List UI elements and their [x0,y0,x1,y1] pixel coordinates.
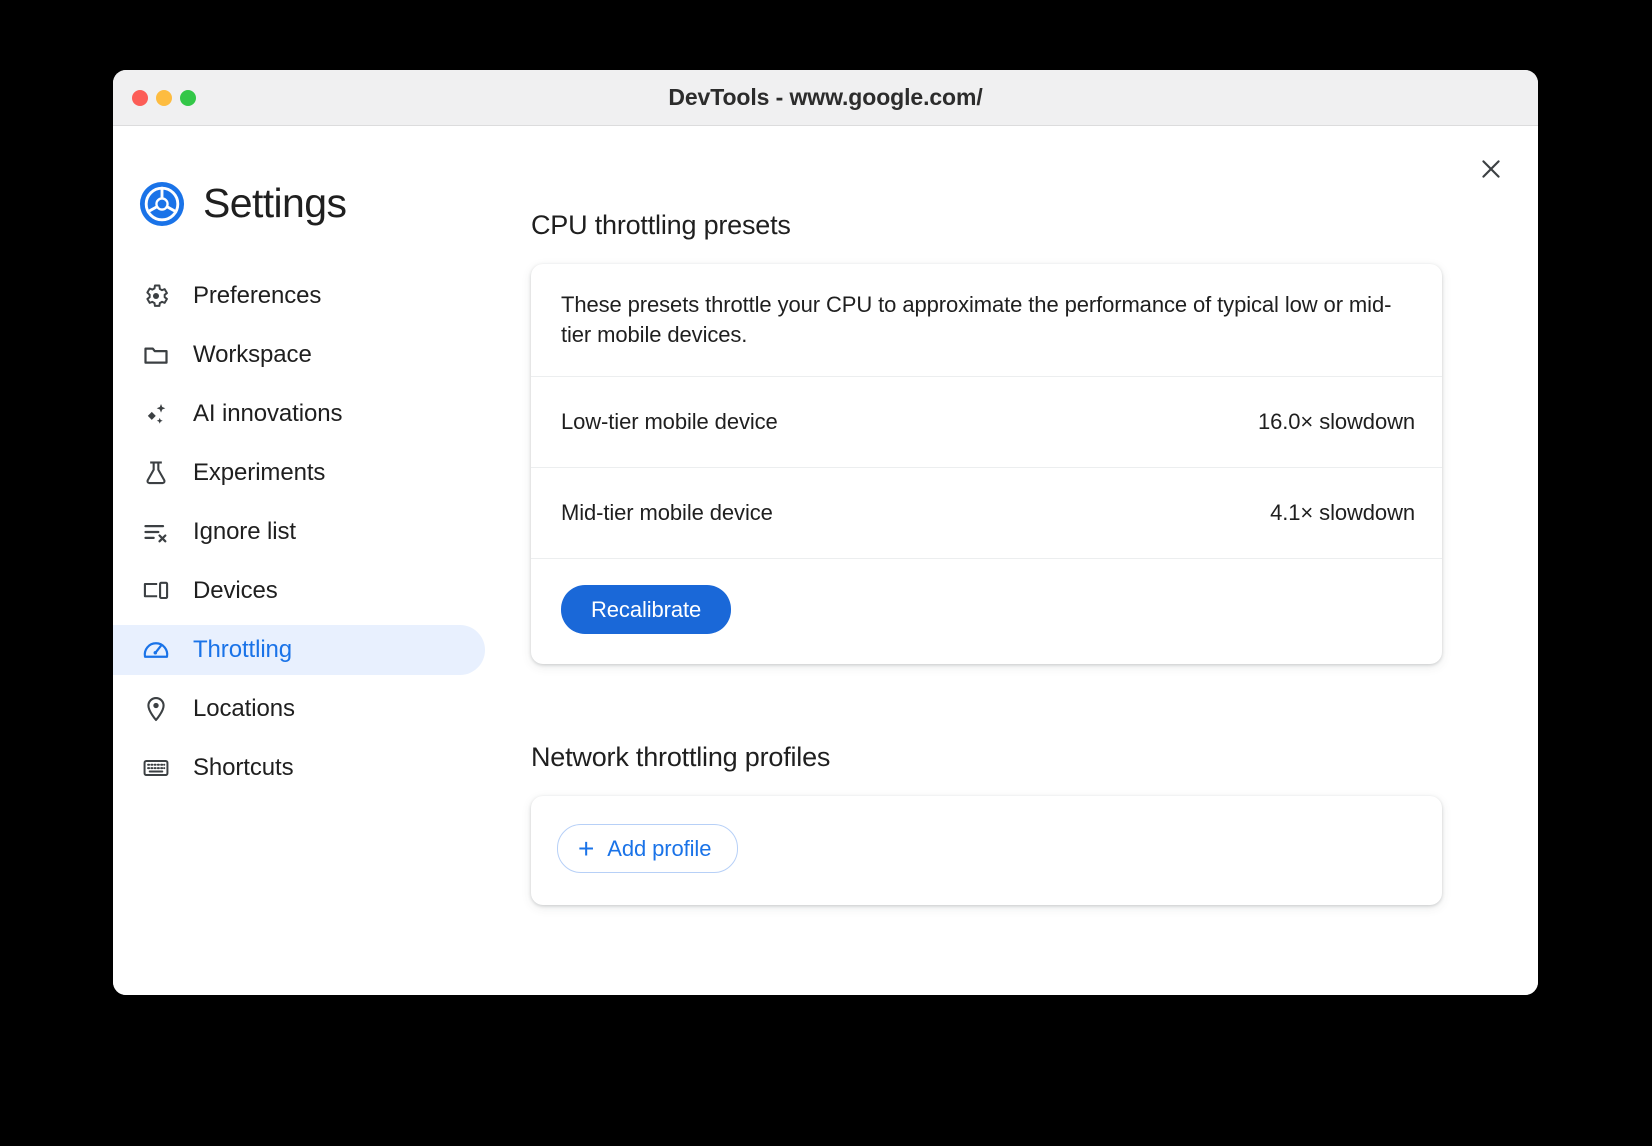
sidebar-item-preferences[interactable]: Preferences [113,271,485,321]
list-x-icon [141,517,171,547]
devtools-window: DevTools - www.google.com/ [113,70,1538,995]
map-pin-icon [141,694,171,724]
settings-nav: Preferences Workspace [113,271,505,802]
devices-icon [141,576,171,606]
add-profile-button[interactable]: + Add profile [557,824,738,873]
speedometer-icon [141,635,171,665]
traffic-light-group [132,70,196,126]
sidebar-item-label: Experiments [193,459,325,487]
sidebar-item-label: Shortcuts [193,754,293,782]
plus-icon: + [578,835,594,863]
preset-value: 4.1× slowdown [1270,500,1415,526]
settings-content: CPU throttling presets These presets thr… [505,126,1538,995]
sidebar-item-label: AI innovations [193,400,342,428]
sidebar-item-label: Devices [193,577,278,605]
sidebar-item-locations[interactable]: Locations [113,684,485,734]
cpu-section-description: These presets throttle your CPU to appro… [531,264,1442,376]
sidebar-item-label: Throttling [193,636,292,664]
recalibrate-button[interactable]: Recalibrate [561,585,731,634]
settings-dialog: Settings Preferences [113,126,1538,995]
flask-icon [141,458,171,488]
sidebar-item-shortcuts[interactable]: Shortcuts [113,743,485,793]
sidebar-item-label: Workspace [193,341,312,369]
sidebar-item-devices[interactable]: Devices [113,566,485,616]
preset-name: Mid-tier mobile device [561,500,773,526]
network-section-title: Network throttling profiles [531,742,1442,773]
settings-sidebar: Settings Preferences [113,126,505,995]
preset-row-low-tier[interactable]: Low-tier mobile device 16.0× slowdown [531,376,1442,467]
cpu-card-actions: Recalibrate [531,558,1442,664]
close-window-button[interactable] [132,90,148,106]
preset-row-mid-tier[interactable]: Mid-tier mobile device 4.1× slowdown [531,467,1442,558]
maximize-window-button[interactable] [180,90,196,106]
sparkle-icon [141,399,171,429]
sidebar-item-label: Ignore list [193,518,296,546]
sidebar-item-experiments[interactable]: Experiments [113,448,485,498]
preset-value: 16.0× slowdown [1258,409,1415,435]
close-settings-button[interactable] [1470,148,1512,190]
sidebar-item-label: Preferences [193,282,321,310]
cpu-throttling-card: These presets throttle your CPU to appro… [531,264,1442,664]
window-title: DevTools - www.google.com/ [113,84,1538,111]
sidebar-item-label: Locations [193,695,295,723]
add-profile-label: Add profile [607,836,711,862]
page-title: Settings [203,180,346,227]
sidebar-item-ai-innovations[interactable]: AI innovations [113,389,485,439]
window-titlebar: DevTools - www.google.com/ [113,70,1538,126]
gear-icon [141,281,171,311]
preset-name: Low-tier mobile device [561,409,778,435]
close-icon [1478,156,1504,182]
screen: DevTools - www.google.com/ [0,0,1652,1146]
keyboard-icon [141,753,171,783]
chrome-logo-icon [139,181,185,227]
section-spacer [531,664,1442,742]
network-profiles-card: + Add profile [531,796,1442,905]
cpu-section-title: CPU throttling presets [531,210,1442,241]
minimize-window-button[interactable] [156,90,172,106]
settings-header: Settings [113,180,505,227]
sidebar-item-ignore-list[interactable]: Ignore list [113,507,485,557]
folder-icon [141,340,171,370]
sidebar-item-workspace[interactable]: Workspace [113,330,485,380]
sidebar-item-throttling[interactable]: Throttling [113,625,485,675]
